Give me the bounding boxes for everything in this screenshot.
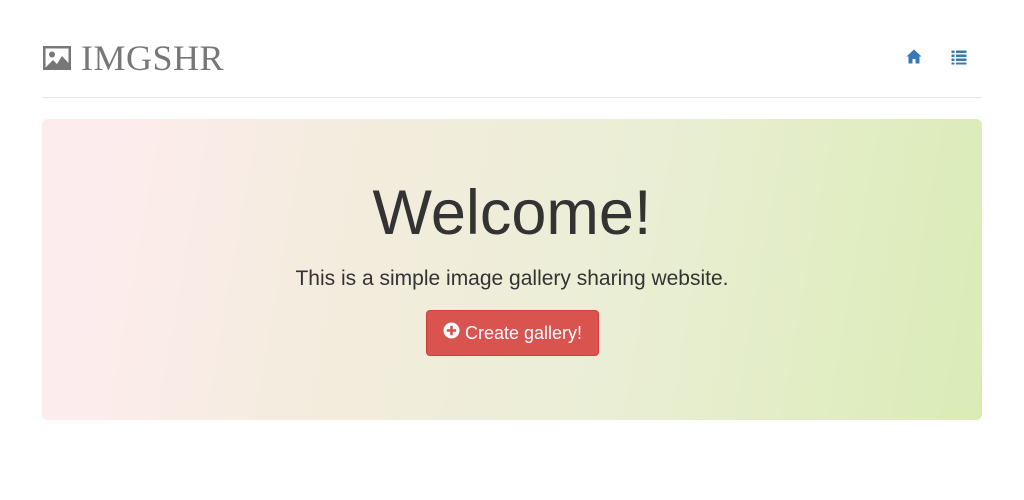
- brand-name: IMGSHR: [81, 38, 225, 78]
- hero-jumbotron: Welcome! This is a simple image gallery …: [42, 119, 982, 420]
- plus-circle-icon: [443, 322, 460, 338]
- create-gallery-button[interactable]: Create gallery!: [426, 310, 599, 356]
- create-gallery-label: Create gallery!: [464, 322, 583, 343]
- page-container: IMGSHR Welcome! This is a simple image g…: [42, 0, 982, 420]
- picture-icon: [43, 46, 71, 70]
- nav-bar: [878, 48, 968, 66]
- nav-home-link[interactable]: [905, 48, 923, 66]
- hero-title: Welcome!: [372, 178, 652, 248]
- hero-lead: This is a simple image gallery sharing w…: [295, 267, 729, 290]
- nav-list-link[interactable]: [950, 48, 968, 66]
- header: IMGSHR: [42, 0, 982, 98]
- brand-link[interactable]: IMGSHR: [42, 40, 224, 76]
- list-icon: [951, 50, 967, 65]
- home-icon: [906, 49, 922, 64]
